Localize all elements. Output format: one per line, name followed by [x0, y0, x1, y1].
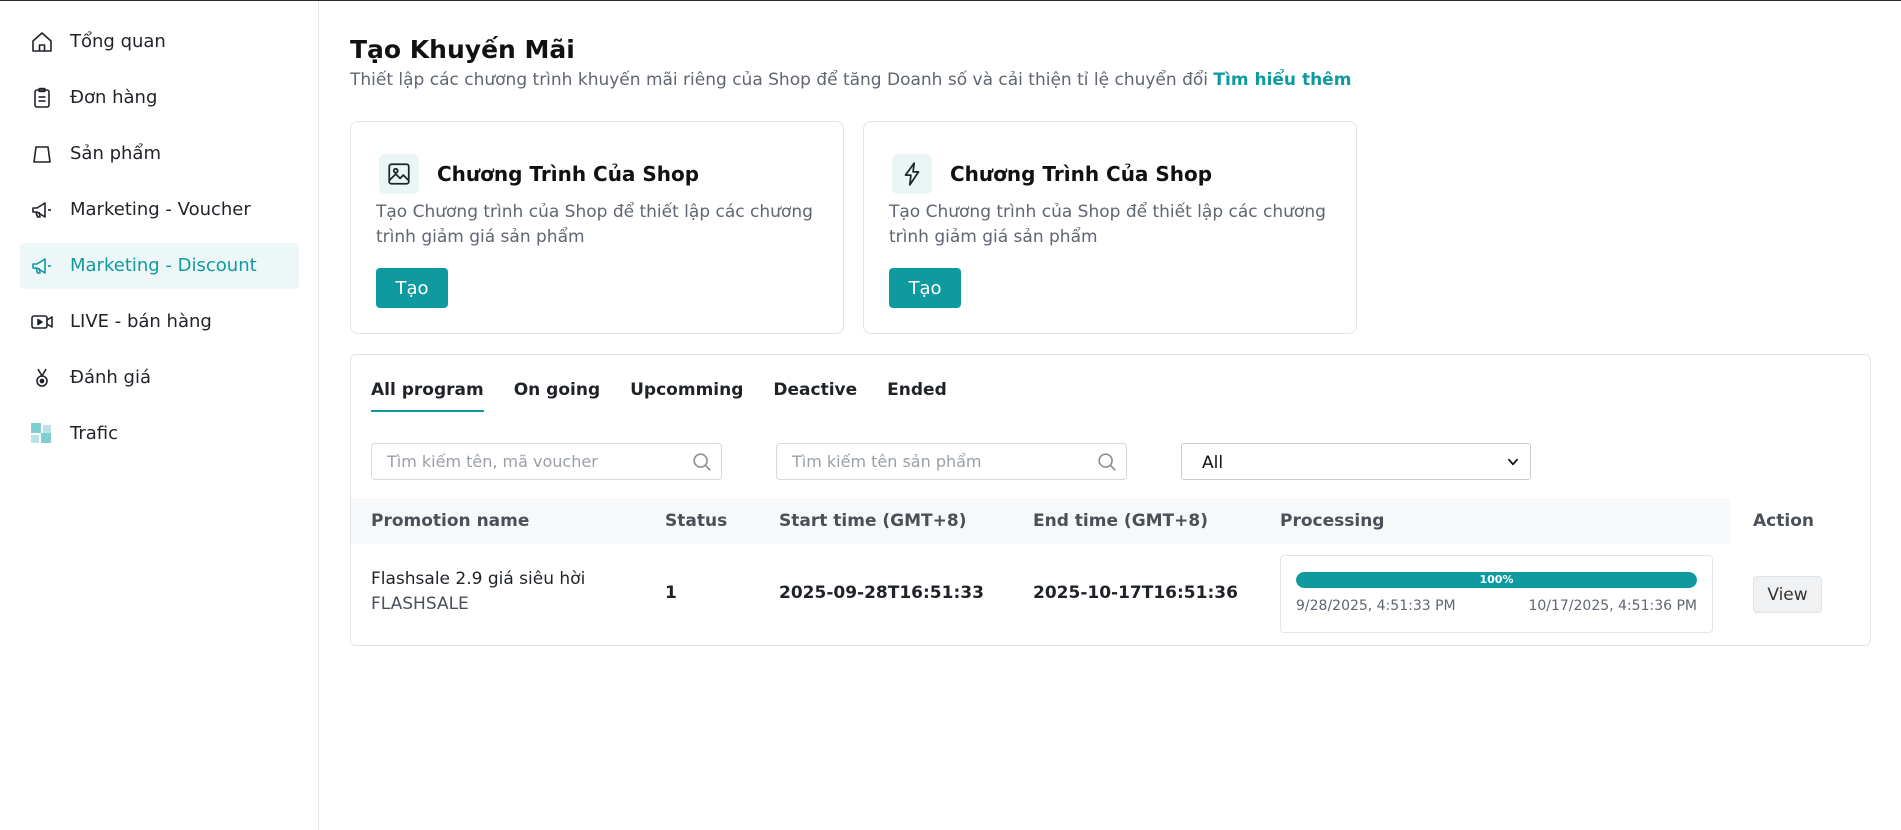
view-button[interactable]: View — [1753, 576, 1822, 613]
sidebar-item-marketing-discount[interactable]: Marketing - Discount — [20, 243, 299, 289]
clipboard-icon — [34, 87, 50, 108]
sidebar-item-label: Sản phẩm — [70, 143, 161, 164]
grid-icon — [31, 423, 51, 443]
progress-label: 100% — [1479, 573, 1514, 586]
col-start-time: Start time (GMT+8) — [779, 511, 967, 531]
program-list-panel: All program On going Upcomming Deactive … — [350, 354, 1871, 646]
product-search-input[interactable] — [777, 444, 1087, 479]
tab-deactive[interactable]: Deactive — [773, 380, 857, 412]
sidebar-item-traffic[interactable]: Trafic — [20, 411, 299, 457]
sidebar-item-label: Marketing - Voucher — [70, 199, 251, 220]
tab-all-program[interactable]: All program — [371, 380, 484, 412]
megaphone-icon — [32, 258, 51, 274]
col-end-time: End time (GMT+8) — [1033, 511, 1208, 531]
create-button[interactable]: Tạo — [889, 268, 961, 308]
home-icon — [32, 32, 52, 52]
tab-upcoming[interactable]: Upcomming — [630, 380, 743, 412]
search-icon[interactable] — [691, 451, 713, 473]
card-description: Tạo Chương trình của Shop để thiết lập c… — [889, 202, 1326, 247]
progress-end-date: 10/17/2025, 4:51:36 PM — [1528, 598, 1697, 614]
shopping-bag-icon — [33, 146, 51, 163]
tab-on-going[interactable]: On going — [514, 380, 600, 412]
promotion-name: Flashsale 2.9 giá siêu hời — [371, 569, 586, 589]
sidebar-item-label: LIVE - bán hàng — [70, 311, 212, 332]
sidebar-item-overview[interactable]: Tổng quan — [20, 19, 299, 65]
sidebar-nav: Tổng quan Đơn hàng Sản phẩm Marketing - … — [0, 1, 318, 457]
image-icon — [379, 154, 419, 194]
voucher-search-input[interactable] — [372, 444, 682, 479]
create-button[interactable]: Tạo — [376, 268, 448, 308]
progress-box: 100% 9/28/2025, 4:51:33 PM 10/17/2025, 4… — [1280, 555, 1713, 633]
col-status: Status — [665, 511, 728, 531]
end-time-value: 2025-10-17T16:51:36 — [1033, 583, 1238, 603]
col-promotion-name: Promotion name — [371, 511, 530, 531]
card-description: Tạo Chương trình của Shop để thiết lập c… — [376, 202, 813, 247]
promotion-code: FLASHSALE — [371, 594, 469, 614]
create-program-card: Chương Trình Của Shop Tạo Chương trình c… — [350, 121, 844, 334]
sidebar-item-reviews[interactable]: Đánh giá — [20, 355, 299, 401]
sidebar-item-marketing-voucher[interactable]: Marketing - Voucher — [20, 187, 299, 233]
sidebar: Tổng quan Đơn hàng Sản phẩm Marketing - … — [0, 1, 319, 830]
tab-ended[interactable]: Ended — [887, 380, 947, 412]
progress-bar: 100% — [1296, 572, 1697, 588]
lightning-icon — [892, 154, 932, 194]
progress-start-date: 9/28/2025, 4:51:33 PM — [1296, 598, 1456, 614]
sidebar-item-label: Trafic — [70, 423, 119, 444]
live-video-icon — [31, 315, 53, 329]
sidebar-item-orders[interactable]: Đơn hàng — [20, 75, 299, 121]
sidebar-item-live-sales[interactable]: LIVE - bán hàng — [20, 299, 299, 345]
app-root: Tổng quan Đơn hàng Sản phẩm Marketing - … — [0, 0, 1901, 830]
sidebar-item-label: Đánh giá — [70, 367, 151, 388]
chevron-down-icon — [1508, 458, 1518, 466]
table-header: Promotion name Status Start time (GMT+8)… — [351, 498, 1730, 544]
page-title: Tạo Khuyến Mãi — [350, 35, 575, 64]
col-processing: Processing — [1280, 511, 1385, 531]
sidebar-item-label: Đơn hàng — [70, 87, 158, 108]
status-filter-select[interactable]: All — [1181, 443, 1531, 480]
sidebar-item-label: Tổng quan — [70, 31, 166, 52]
page-subtitle-text: Thiết lập các chương trình khuyến mãi ri… — [350, 70, 1208, 90]
create-flash-program-card: Chương Trình Của Shop Tạo Chương trình c… — [863, 121, 1357, 334]
select-value: All — [1202, 453, 1224, 473]
status-value: 1 — [665, 583, 677, 603]
card-title: Chương Trình Của Shop — [437, 162, 700, 186]
learn-more-link[interactable]: Tìm hiểu thêm — [1213, 70, 1351, 90]
sidebar-item-products[interactable]: Sản phẩm — [20, 131, 299, 177]
search-icon[interactable] — [1096, 451, 1118, 473]
voucher-search — [371, 443, 722, 480]
sidebar-item-label: Marketing - Discount — [70, 255, 257, 276]
col-action: Action — [1753, 511, 1814, 531]
start-time-value: 2025-09-28T16:51:33 — [779, 583, 984, 603]
card-title: Chương Trình Của Shop — [950, 162, 1213, 186]
program-tabs: All program On going Upcomming Deactive … — [371, 380, 977, 412]
product-search — [776, 443, 1127, 480]
page-subtitle: Thiết lập các chương trình khuyến mãi ri… — [350, 70, 1351, 90]
megaphone-icon — [32, 202, 51, 218]
medal-icon — [36, 368, 48, 387]
